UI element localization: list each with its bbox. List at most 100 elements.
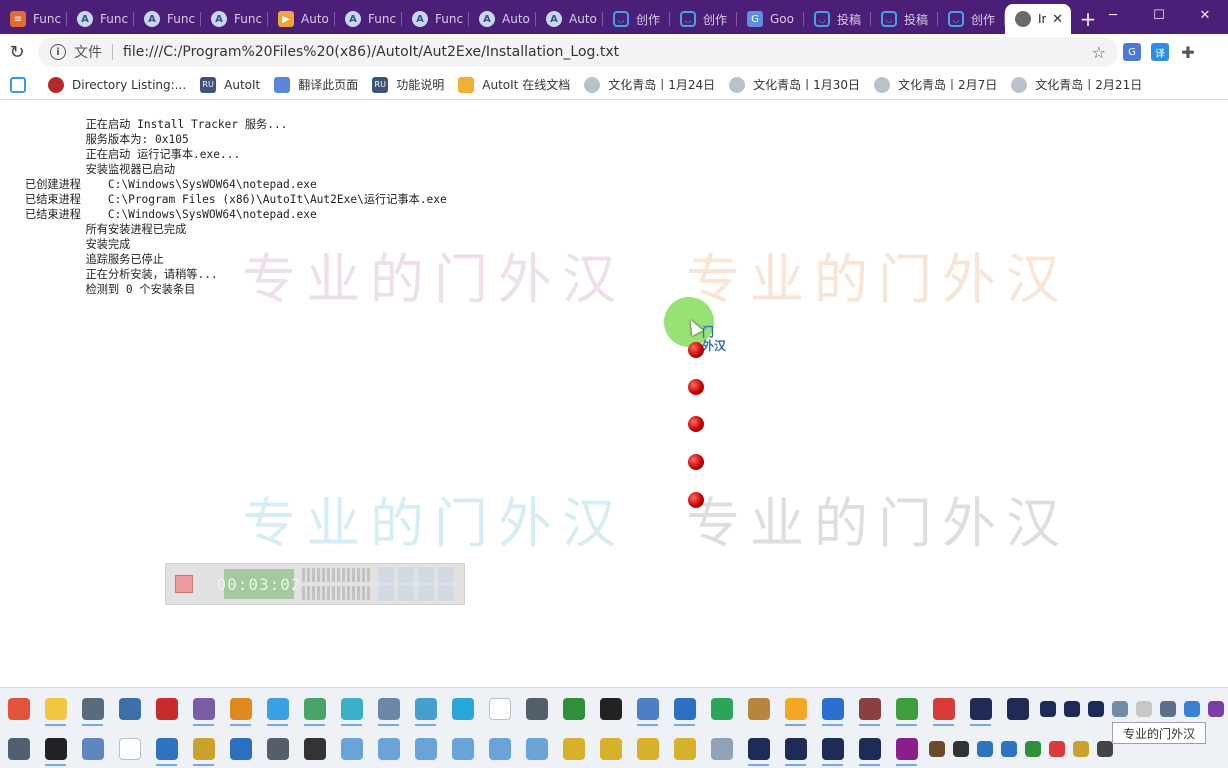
taskbar-app-icon[interactable] bbox=[370, 692, 407, 726]
browser-tab[interactable]: G Goo bbox=[737, 4, 804, 34]
taskbar-app-icon[interactable] bbox=[555, 732, 592, 766]
taskbar-app-icon[interactable] bbox=[1108, 692, 1132, 726]
reload-icon[interactable]: ↻ bbox=[0, 35, 34, 69]
screen-icon[interactable] bbox=[438, 585, 454, 601]
taskbar-app-icon[interactable] bbox=[814, 732, 851, 766]
taskbar-app-icon[interactable] bbox=[777, 692, 814, 726]
minimize-icon[interactable]: ─ bbox=[1090, 0, 1136, 30]
taskbar-app-icon[interactable] bbox=[1045, 732, 1069, 766]
bookmark-item[interactable]: 文化青岛丨2月7日 bbox=[874, 76, 997, 93]
taskbar-app-icon[interactable] bbox=[259, 732, 296, 766]
taskbar-app-icon[interactable] bbox=[1204, 692, 1228, 726]
taskbar-app-icon[interactable] bbox=[333, 692, 370, 726]
taskbar-app-icon[interactable] bbox=[185, 732, 222, 766]
folder-icon[interactable] bbox=[398, 567, 414, 583]
taskbar-app-icon[interactable] bbox=[851, 732, 888, 766]
browser-tab[interactable]: A Auto bbox=[536, 4, 603, 34]
browser-tab[interactable]: ◡ 投稿 bbox=[804, 4, 871, 34]
taskbar-app-icon[interactable] bbox=[1156, 692, 1180, 726]
address-bar[interactable]: i 文件 file:///C:/Program%20Files%20(x86)/… bbox=[38, 37, 1118, 67]
bookmark-item[interactable]: RU 功能说明 bbox=[372, 76, 444, 93]
taskbar-app-icon[interactable] bbox=[296, 692, 333, 726]
taskbar-app-icon[interactable] bbox=[111, 692, 148, 726]
browser-tab[interactable]: ◡ 创作 bbox=[670, 4, 737, 34]
taskbar-app-icon[interactable] bbox=[1132, 692, 1156, 726]
close-window-icon[interactable]: ✕ bbox=[1182, 0, 1228, 30]
taskbar-app-icon[interactable] bbox=[222, 732, 259, 766]
taskbar-app-icon[interactable] bbox=[888, 692, 925, 726]
taskbar-app-icon[interactable] bbox=[407, 732, 444, 766]
taskbar-app-icon[interactable] bbox=[888, 732, 925, 766]
browser-tab[interactable]: A Auto bbox=[469, 4, 536, 34]
bookmark-item[interactable]: Directory Listing:... bbox=[48, 76, 186, 93]
close-icon[interactable] bbox=[438, 567, 454, 583]
browser-tab[interactable]: A Func bbox=[134, 4, 201, 34]
taskbar-app-icon[interactable] bbox=[999, 692, 1036, 726]
taskbar-app-icon[interactable] bbox=[555, 692, 592, 726]
taskbar-app-icon[interactable] bbox=[814, 692, 851, 726]
taskbar-app-icon[interactable] bbox=[666, 692, 703, 726]
translate-extension-icon[interactable]: G bbox=[1118, 38, 1146, 66]
taskbar-app-icon[interactable] bbox=[740, 732, 777, 766]
browser-tab[interactable]: Ir ✕ bbox=[1005, 4, 1071, 34]
taskbar-app-icon[interactable] bbox=[333, 732, 370, 766]
camera-icon[interactable] bbox=[378, 585, 394, 601]
bookmark-item[interactable]: 翻译此页面 bbox=[274, 76, 358, 93]
gear-icon[interactable] bbox=[418, 567, 434, 583]
taskbar-app-icon[interactable] bbox=[949, 732, 973, 766]
bookmark-star-icon[interactable]: ☆ bbox=[1092, 43, 1106, 62]
taskbar-app-icon[interactable] bbox=[1069, 732, 1093, 766]
taskbar-app-icon[interactable] bbox=[703, 692, 740, 726]
bookmark-item[interactable]: 文化青岛丨1月24日 bbox=[584, 76, 715, 93]
taskbar-app-icon[interactable] bbox=[74, 732, 111, 766]
taskbar-app-icon[interactable] bbox=[37, 732, 74, 766]
bookmark-item[interactable]: 文化青岛丨1月30日 bbox=[729, 76, 860, 93]
taskbar-app-icon[interactable] bbox=[629, 732, 666, 766]
url-text[interactable]: file:///C:/Program%20Files%20(x86)/AutoI… bbox=[123, 44, 619, 60]
stop-record-button[interactable] bbox=[166, 564, 202, 604]
taskbar-app-icon[interactable] bbox=[296, 732, 333, 766]
taskbar-app-icon[interactable] bbox=[0, 732, 37, 766]
bookmark-item[interactable]: AutoIt 在线文档 bbox=[458, 76, 570, 93]
taskbar-app-icon[interactable] bbox=[185, 692, 222, 726]
taskbar-app-icon[interactable] bbox=[37, 692, 74, 726]
browser-tab[interactable]: A Func bbox=[335, 4, 402, 34]
taskbar-app-icon[interactable] bbox=[629, 692, 666, 726]
browser-tab[interactable]: A Func bbox=[402, 4, 469, 34]
bookmark-item[interactable]: 文化青岛丨2月21日 bbox=[1011, 76, 1142, 93]
browser-tab[interactable]: A Func bbox=[201, 4, 268, 34]
close-tab-icon[interactable]: ✕ bbox=[1052, 12, 1063, 27]
taskbar-app-icon[interactable] bbox=[111, 732, 148, 766]
maximize-icon[interactable]: ☐ bbox=[1136, 0, 1182, 30]
taskbar-app-icon[interactable] bbox=[740, 692, 777, 726]
taskbar-app-icon[interactable] bbox=[925, 692, 962, 726]
taskbar-app-icon[interactable] bbox=[407, 692, 444, 726]
fullscreen-icon[interactable] bbox=[398, 585, 414, 601]
bookmark-item[interactable] bbox=[10, 76, 34, 93]
taskbar-app-icon[interactable] bbox=[481, 732, 518, 766]
taskbar-app-icon[interactable] bbox=[1021, 732, 1045, 766]
extensions-puzzle-icon[interactable]: ✚ bbox=[1174, 38, 1202, 66]
taskbar-app-icon[interactable] bbox=[666, 732, 703, 766]
browser-tab[interactable]: ◡ 创作 bbox=[603, 4, 670, 34]
browser-tab[interactable]: ◡ 创作 bbox=[938, 4, 1005, 34]
taskbar-app-icon[interactable] bbox=[74, 692, 111, 726]
taskbar-app-icon[interactable] bbox=[370, 732, 407, 766]
taskbar-app-icon[interactable] bbox=[997, 732, 1021, 766]
taskbar-app-icon[interactable] bbox=[259, 692, 296, 726]
taskbar-app-icon[interactable] bbox=[703, 732, 740, 766]
browser-tab[interactable]: A Func bbox=[67, 4, 134, 34]
taskbar-app-icon[interactable] bbox=[777, 732, 814, 766]
taskbar-app-icon[interactable] bbox=[1084, 692, 1108, 726]
taskbar-app-icon[interactable] bbox=[148, 692, 185, 726]
taskbar-app-icon[interactable] bbox=[1036, 692, 1060, 726]
taskbar-app-icon[interactable] bbox=[444, 732, 481, 766]
taskbar-app-icon[interactable] bbox=[962, 692, 999, 726]
taskbar-app-icon[interactable] bbox=[222, 692, 259, 726]
monitor-icon[interactable] bbox=[418, 585, 434, 601]
bookmark-item[interactable]: RU AutoIt bbox=[200, 76, 260, 93]
taskbar-app-icon[interactable] bbox=[0, 692, 37, 726]
taskbar-app-icon[interactable] bbox=[1180, 692, 1204, 726]
info-icon[interactable]: i bbox=[50, 44, 66, 60]
settings-icon[interactable] bbox=[378, 567, 394, 583]
